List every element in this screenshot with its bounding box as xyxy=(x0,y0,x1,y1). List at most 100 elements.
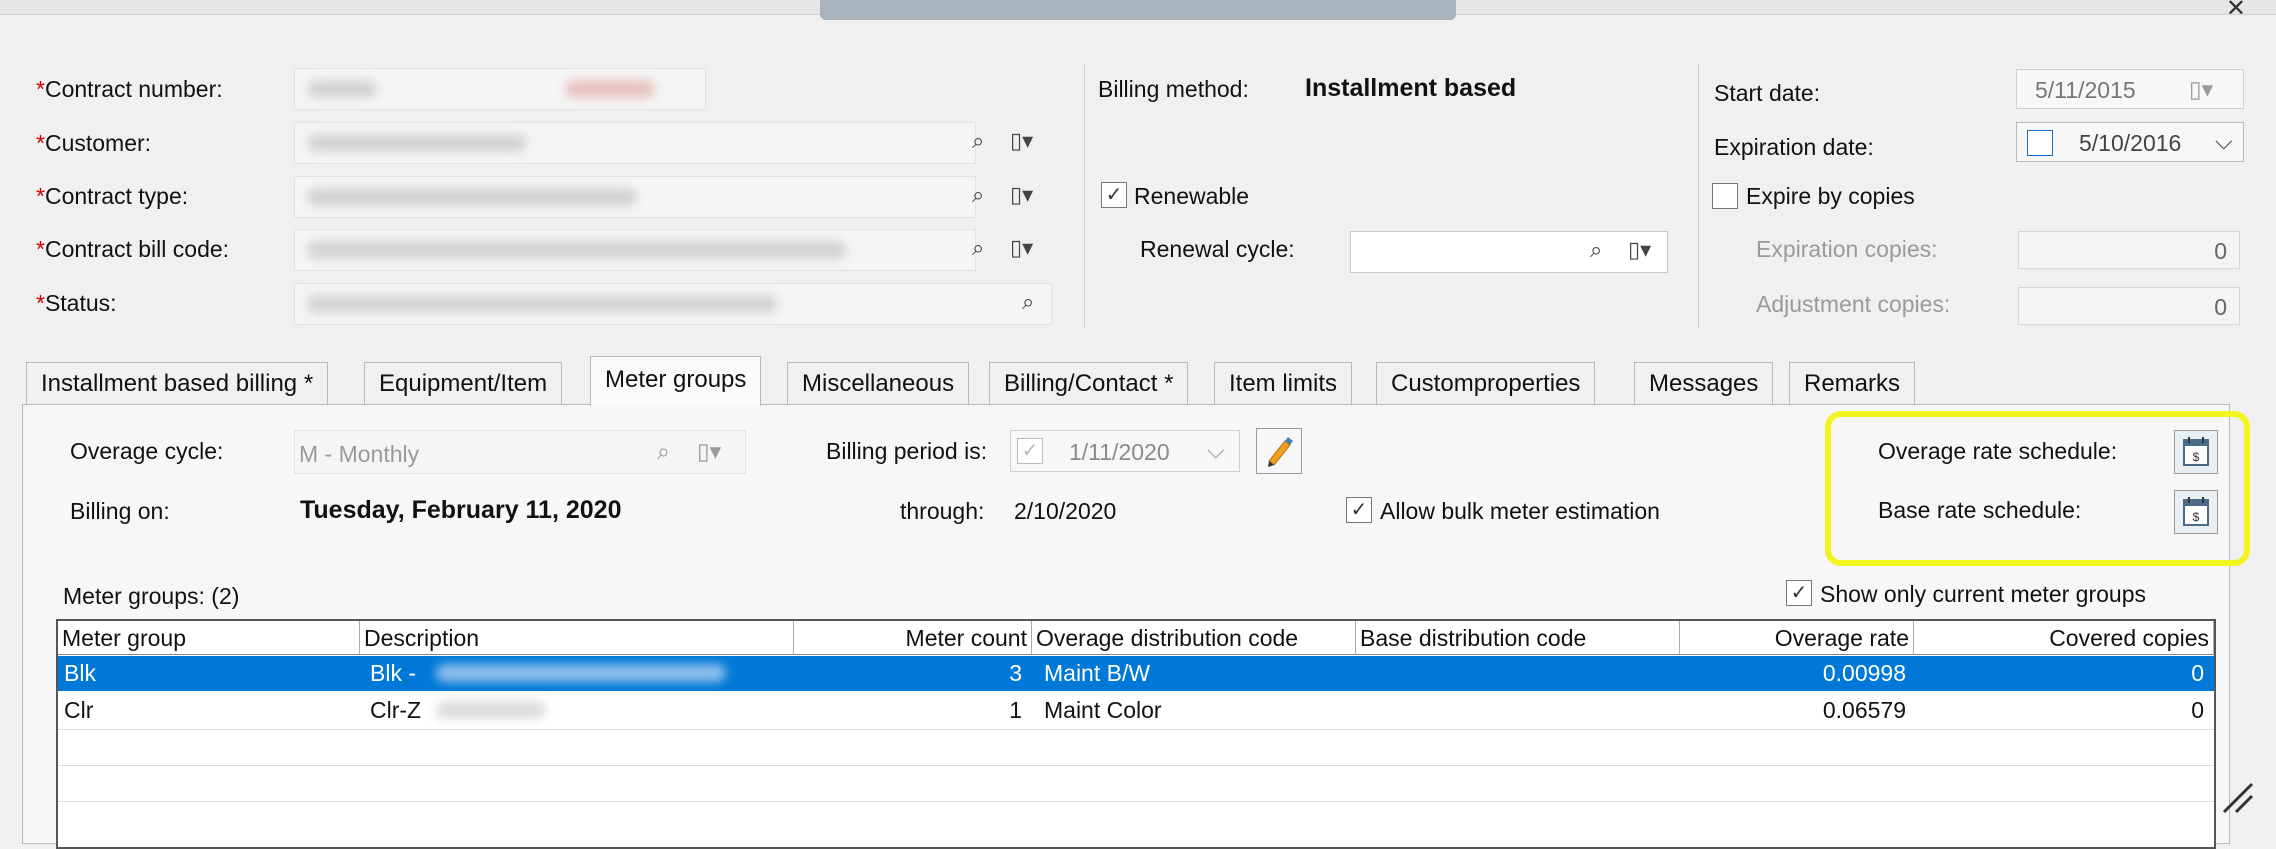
overage-cycle-lookup-icon[interactable]: ⌕ xyxy=(657,438,670,465)
contract-bill-code-field[interactable] xyxy=(294,229,976,271)
contract-bill-code-label: *Contract bill code: xyxy=(36,236,230,262)
column-header-base-distribution-code[interactable]: Base distribution code xyxy=(1356,621,1680,655)
chevron-down-icon[interactable]: ⌵ xyxy=(1207,437,1224,464)
redacted-description xyxy=(436,664,726,682)
billing-period-value: 1/11/2020 xyxy=(1069,439,1170,465)
column-header-description[interactable]: Description xyxy=(360,621,794,655)
overage-cycle-value: M - Monthly xyxy=(299,441,420,467)
allow-bulk-label: Allow bulk meter estimation xyxy=(1380,498,1660,524)
expiration-copies-label: Expiration copies: xyxy=(1756,236,1938,262)
cell-overage-distribution: Maint Color xyxy=(1044,697,1162,723)
expire-by-copies-checkbox[interactable] xyxy=(1712,183,1738,209)
column-header-covered-copies[interactable]: Covered copies xyxy=(1914,621,2214,655)
status-lookup-icon[interactable]: ⌕ xyxy=(1022,289,1034,315)
expire-by-copies-label: Expire by copies xyxy=(1746,183,1915,209)
cell-overage-rate: 0.06579 xyxy=(1822,697,1906,723)
allow-bulk-checkbox[interactable]: ✓ xyxy=(1346,497,1372,523)
overage-rate-schedule-label: Overage rate schedule: xyxy=(1878,438,2118,464)
renewable-checkbox[interactable]: ✓ xyxy=(1101,182,1127,208)
customer-label: *Customer: xyxy=(36,130,152,156)
through-value: 2/10/2020 xyxy=(1014,498,1117,524)
start-date-field[interactable]: 5/11/2015 ▯▾ xyxy=(2016,69,2244,109)
billing-method-value: Installment based xyxy=(1305,74,1517,102)
tab-installment-based-billing[interactable]: Installment based billing * xyxy=(26,362,329,404)
expiration-date-checkbox[interactable] xyxy=(2027,130,2053,156)
tab-remarks[interactable]: Remarks xyxy=(1789,362,1916,404)
bill-code-menu-icon[interactable]: ▯▾ xyxy=(1010,235,1033,261)
billing-period-checkbox[interactable]: ✓ xyxy=(1017,438,1043,464)
renewal-cycle-menu-icon[interactable]: ▯▾ xyxy=(1628,237,1651,263)
show-only-current-checkbox[interactable]: ✓ xyxy=(1786,580,1812,606)
tab-meter-groups[interactable]: Meter groups xyxy=(590,356,762,406)
contract-number-label: *Contract number: xyxy=(36,76,223,102)
divider xyxy=(1698,64,1699,328)
renewable-label: Renewable xyxy=(1134,183,1250,209)
tab-item-limits[interactable]: Item limits xyxy=(1214,362,1352,404)
column-header-overage-distribution-code[interactable]: Overage distribution code xyxy=(1032,621,1356,655)
expiration-date-field[interactable]: 5/10/2016 ⌵ xyxy=(2016,122,2244,162)
billing-on-label: Billing on: xyxy=(70,498,170,524)
renewal-cycle-field[interactable] xyxy=(1350,231,1668,273)
status-label: *Status: xyxy=(36,290,117,316)
cell-overage-distribution: Maint B/W xyxy=(1044,660,1151,686)
expiration-date-label: Expiration date: xyxy=(1714,134,1874,160)
svg-text:$: $ xyxy=(2193,450,2200,464)
customer-menu-icon[interactable]: ▯▾ xyxy=(1010,128,1033,154)
edit-pencil-icon[interactable] xyxy=(1256,428,1302,474)
bill-code-lookup-icon[interactable]: ⌕ xyxy=(972,235,984,261)
calendar-dropdown-icon[interactable]: ▯▾ xyxy=(2189,76,2213,103)
redacted-description xyxy=(436,701,546,719)
renewal-cycle-label: Renewal cycle: xyxy=(1140,236,1295,262)
row-divider xyxy=(58,765,2214,766)
overage-cycle-field[interactable]: M - Monthly ⌕ ▯▾ xyxy=(294,430,746,474)
cell-description: Clr-Z xyxy=(370,697,422,723)
status-field[interactable] xyxy=(294,283,1052,325)
overage-cycle-label: Overage cycle: xyxy=(70,438,224,464)
tab-messages[interactable]: Messages xyxy=(1634,362,1774,404)
resize-grip-icon[interactable] xyxy=(2216,776,2256,816)
cell-meter-count: 3 xyxy=(1009,660,1022,686)
tab-customproperties[interactable]: Customproperties xyxy=(1376,362,1596,404)
table-row[interactable]: Clr Clr-Z 1 Maint Color 0.06579 0 xyxy=(58,693,2214,728)
base-rate-schedule-calendar-icon[interactable]: $ xyxy=(2174,490,2218,534)
row-divider xyxy=(58,729,2214,730)
column-header-overage-rate[interactable]: Overage rate xyxy=(1680,621,1914,655)
meter-groups-count: Meter groups: (2) xyxy=(63,583,240,609)
cell-meter-count: 1 xyxy=(1009,697,1022,723)
expiration-copies-field[interactable]: 0 xyxy=(2018,231,2240,269)
overage-cycle-menu-icon[interactable]: ▯▾ xyxy=(697,438,721,465)
close-icon[interactable]: ✕ xyxy=(2226,0,2246,23)
contract-type-lookup-icon[interactable]: ⌕ xyxy=(972,182,984,208)
contract-type-menu-icon[interactable]: ▯▾ xyxy=(1010,182,1033,208)
tab-billing-contact[interactable]: Billing/Contact * xyxy=(989,362,1189,404)
cell-covered-copies: 0 xyxy=(2191,697,2204,723)
column-header-meter-count[interactable]: Meter count xyxy=(794,621,1032,655)
svg-text:$: $ xyxy=(2193,510,2200,524)
through-label: through: xyxy=(900,498,985,524)
tab-miscellaneous[interactable]: Miscellaneous xyxy=(787,362,970,404)
cell-overage-rate: 0.00998 xyxy=(1822,660,1906,686)
divider xyxy=(1084,64,1085,328)
overlay-banner xyxy=(820,0,1456,20)
start-date-label: Start date: xyxy=(1714,80,1821,106)
table-row[interactable]: Blk Blk - 3 Maint B/W 0.00998 0 xyxy=(58,656,2214,691)
tab-equipment-item[interactable]: Equipment/Item xyxy=(364,362,563,404)
show-only-current-label: Show only current meter groups xyxy=(1820,581,2146,607)
contract-number-field[interactable] xyxy=(294,68,706,110)
billing-on-value: Tuesday, February 11, 2020 xyxy=(300,496,622,524)
start-date-value: 5/11/2015 xyxy=(2035,77,2136,103)
chevron-down-icon[interactable]: ⌵ xyxy=(2215,128,2232,155)
row-divider xyxy=(58,801,2214,802)
billing-period-label: Billing period is: xyxy=(826,438,988,464)
billing-period-field[interactable]: ✓ 1/11/2020 ⌵ xyxy=(1010,430,1240,472)
overage-rate-schedule-calendar-icon[interactable]: $ xyxy=(2174,430,2218,474)
renewal-cycle-lookup-icon[interactable]: ⌕ xyxy=(1590,237,1602,263)
base-rate-schedule-label: Base rate schedule: xyxy=(1878,497,2082,523)
column-header-meter-group[interactable]: Meter group xyxy=(58,621,360,655)
adjustment-copies-field[interactable]: 0 xyxy=(2018,287,2240,325)
customer-field[interactable] xyxy=(294,122,976,164)
contract-type-label: *Contract type: xyxy=(36,183,189,209)
contract-type-field[interactable] xyxy=(294,176,976,218)
meter-groups-table: Meter group Description Meter count Over… xyxy=(56,619,2216,849)
customer-lookup-icon[interactable]: ⌕ xyxy=(972,128,984,154)
